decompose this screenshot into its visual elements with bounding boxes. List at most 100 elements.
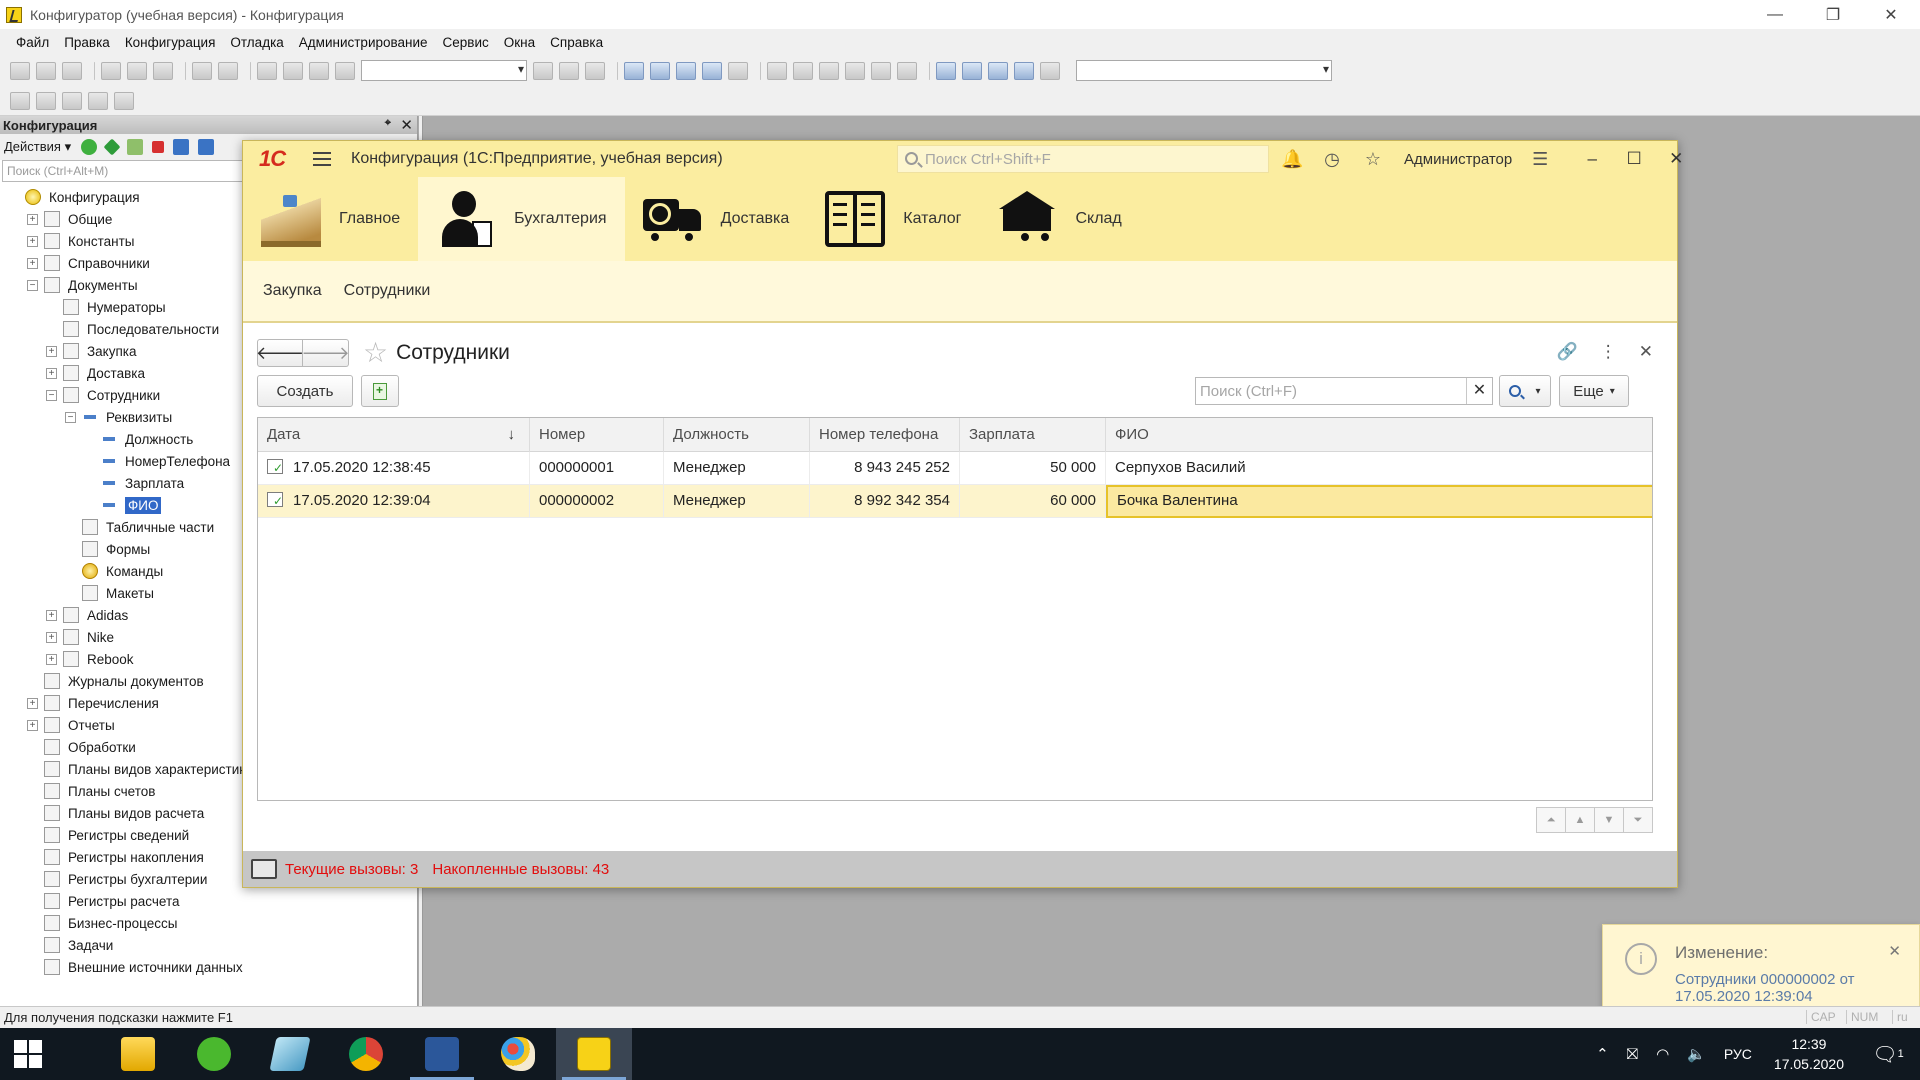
menu-edit[interactable]: Правка xyxy=(64,35,110,50)
current-user[interactable]: Администратор xyxy=(1404,151,1512,168)
nav-link-purchase[interactable]: Закупка xyxy=(263,282,322,300)
search-combo[interactable] xyxy=(361,60,527,81)
expand-icon[interactable]: + xyxy=(27,213,38,225)
table-row[interactable]: 17.05.2020 12:38:45 000000001 Менеджер 8… xyxy=(258,452,1652,485)
link-icon[interactable]: 🔗 xyxy=(1557,342,1578,362)
settings-icon[interactable]: ☰ xyxy=(1530,149,1550,169)
compare-icon[interactable] xyxy=(62,91,82,110)
syntax-helper-icon[interactable] xyxy=(676,61,696,80)
menu-help[interactable]: Справка xyxy=(550,35,603,50)
scroll-bottom-icon[interactable]: ⏷ xyxy=(1623,807,1653,833)
column-header-number[interactable]: Номер xyxy=(530,418,664,452)
timer-icon[interactable] xyxy=(1040,61,1060,80)
forms-icon[interactable] xyxy=(988,61,1008,80)
wifi-icon[interactable]: ◠ xyxy=(1656,1045,1669,1063)
cell-fio[interactable]: Бочка Валентина xyxy=(1106,485,1652,518)
print-preview-icon[interactable] xyxy=(218,61,238,80)
move-down-icon[interactable] xyxy=(198,139,215,155)
monitor-icon[interactable] xyxy=(251,859,277,879)
tree-item[interactable]: Регистры расчета xyxy=(0,890,417,912)
maximize-icon[interactable]: ❐ xyxy=(1804,0,1862,29)
step-out-icon[interactable] xyxy=(845,61,865,80)
tree-item[interactable]: Задачи xyxy=(0,934,417,956)
minimize-icon[interactable]: — xyxy=(1746,0,1804,29)
expand-icon[interactable]: + xyxy=(46,367,57,379)
column-header-position[interactable]: Должность xyxy=(664,418,810,452)
section-warehouse[interactable]: Склад xyxy=(979,177,1139,261)
scroll-down-icon[interactable]: ▼ xyxy=(1594,807,1624,833)
taskbar-1c-configurator[interactable] xyxy=(556,1028,632,1080)
edit-icon[interactable] xyxy=(103,138,121,156)
add-icon[interactable] xyxy=(81,139,98,155)
template-icon[interactable] xyxy=(702,61,722,80)
database-icon[interactable] xyxy=(1014,61,1034,80)
volume-icon[interactable]: 🔈 xyxy=(1687,1045,1706,1063)
find-icon[interactable] xyxy=(309,61,329,80)
forward-button[interactable]: 🡒 xyxy=(301,339,350,367)
taskbar-utorrent[interactable] xyxy=(176,1028,252,1080)
properties-icon[interactable] xyxy=(10,91,30,110)
menu-windows[interactable]: Окна xyxy=(504,35,535,50)
action-center-icon[interactable]: 🗨 1 xyxy=(1868,1039,1908,1069)
menu-debug[interactable]: Отладка xyxy=(230,35,283,50)
expand-icon[interactable]: + xyxy=(27,719,38,731)
section-delivery[interactable]: Доставка xyxy=(625,177,808,261)
favorite-star-icon[interactable]: ☆ xyxy=(363,339,388,367)
collapse-icon[interactable]: − xyxy=(65,411,76,423)
expand-icon[interactable]: + xyxy=(27,235,38,247)
step-into-icon[interactable] xyxy=(793,61,813,80)
find-next-icon[interactable] xyxy=(559,61,579,80)
collapse-icon[interactable]: − xyxy=(46,389,57,401)
list-search-input[interactable]: Поиск (Ctrl+F) ✕ xyxy=(1195,377,1493,405)
close-icon[interactable]: ✕ xyxy=(1862,0,1920,29)
table-row[interactable]: 17.05.2020 12:39:04 000000002 Менеджер 8… xyxy=(258,485,1652,518)
expand-icon[interactable]: + xyxy=(46,345,57,357)
move-up-icon[interactable] xyxy=(173,139,190,155)
pin-icon[interactable]: ⌖ xyxy=(385,117,391,130)
close-icon[interactable]: ✕ xyxy=(400,116,413,134)
expand-icon[interactable]: + xyxy=(46,609,57,621)
expand-icon[interactable]: + xyxy=(46,653,57,665)
more-vertical-icon[interactable]: ⋮ xyxy=(1600,342,1617,362)
menu-configuration[interactable]: Конфигурация xyxy=(125,35,216,50)
column-header-phone[interactable]: Номер телефона xyxy=(810,418,960,452)
tree-item[interactable]: Бизнес-процессы xyxy=(0,912,417,934)
redo-icon[interactable] xyxy=(283,61,303,80)
favorites-star-icon[interactable]: ☆ xyxy=(1363,149,1383,169)
create-button[interactable]: Создать xyxy=(257,375,353,407)
taskbar-word[interactable] xyxy=(404,1028,480,1080)
print-icon[interactable] xyxy=(192,61,212,80)
open-icon[interactable] xyxy=(36,61,56,80)
windows-start-icon[interactable] xyxy=(0,1028,56,1080)
back-button[interactable]: 🡐 xyxy=(256,339,304,367)
taskbar-paint[interactable] xyxy=(480,1028,556,1080)
actions-menu[interactable]: Действия ▾ xyxy=(4,139,71,155)
close-icon[interactable]: ✕ xyxy=(1639,342,1653,362)
debug-icon[interactable] xyxy=(650,61,670,80)
taskbar-chrome[interactable] xyxy=(328,1028,404,1080)
cut-icon[interactable] xyxy=(101,61,121,80)
find-prev-icon[interactable] xyxy=(585,61,605,80)
copy-item-icon[interactable] xyxy=(127,139,144,155)
more-button[interactable]: Еще ▾ xyxy=(1559,375,1629,407)
step-over-icon[interactable] xyxy=(819,61,839,80)
scroll-top-icon[interactable]: ⏶ xyxy=(1536,807,1566,833)
copy-item-button[interactable] xyxy=(361,375,399,407)
taskbar-clock[interactable]: 12:39 17.05.2020 xyxy=(1774,1034,1844,1074)
notification-link[interactable]: Сотрудники 000000002 от 17.05.2020 12:39… xyxy=(1675,971,1895,1005)
clear-search-icon[interactable] xyxy=(533,61,553,80)
minimize-icon[interactable]: – xyxy=(1571,149,1613,169)
breakpoint-icon[interactable] xyxy=(871,61,891,80)
column-header-salary[interactable]: Зарплата xyxy=(960,418,1106,452)
delete-icon[interactable] xyxy=(152,141,165,153)
expand-icon[interactable]: + xyxy=(27,697,38,709)
menu-file[interactable]: Файл xyxy=(16,35,49,50)
nav-link-employees[interactable]: Сотрудники xyxy=(344,282,431,300)
column-header-date[interactable]: Дата ↓ xyxy=(258,418,530,452)
continue-icon[interactable] xyxy=(897,61,917,80)
taskbar-explorer[interactable] xyxy=(100,1028,176,1080)
close-icon[interactable]: ✕ xyxy=(1655,149,1697,169)
close-icon[interactable]: ✕ xyxy=(1888,942,1901,960)
paste-icon[interactable] xyxy=(153,61,173,80)
column-header-fio[interactable]: ФИО xyxy=(1106,418,1652,452)
